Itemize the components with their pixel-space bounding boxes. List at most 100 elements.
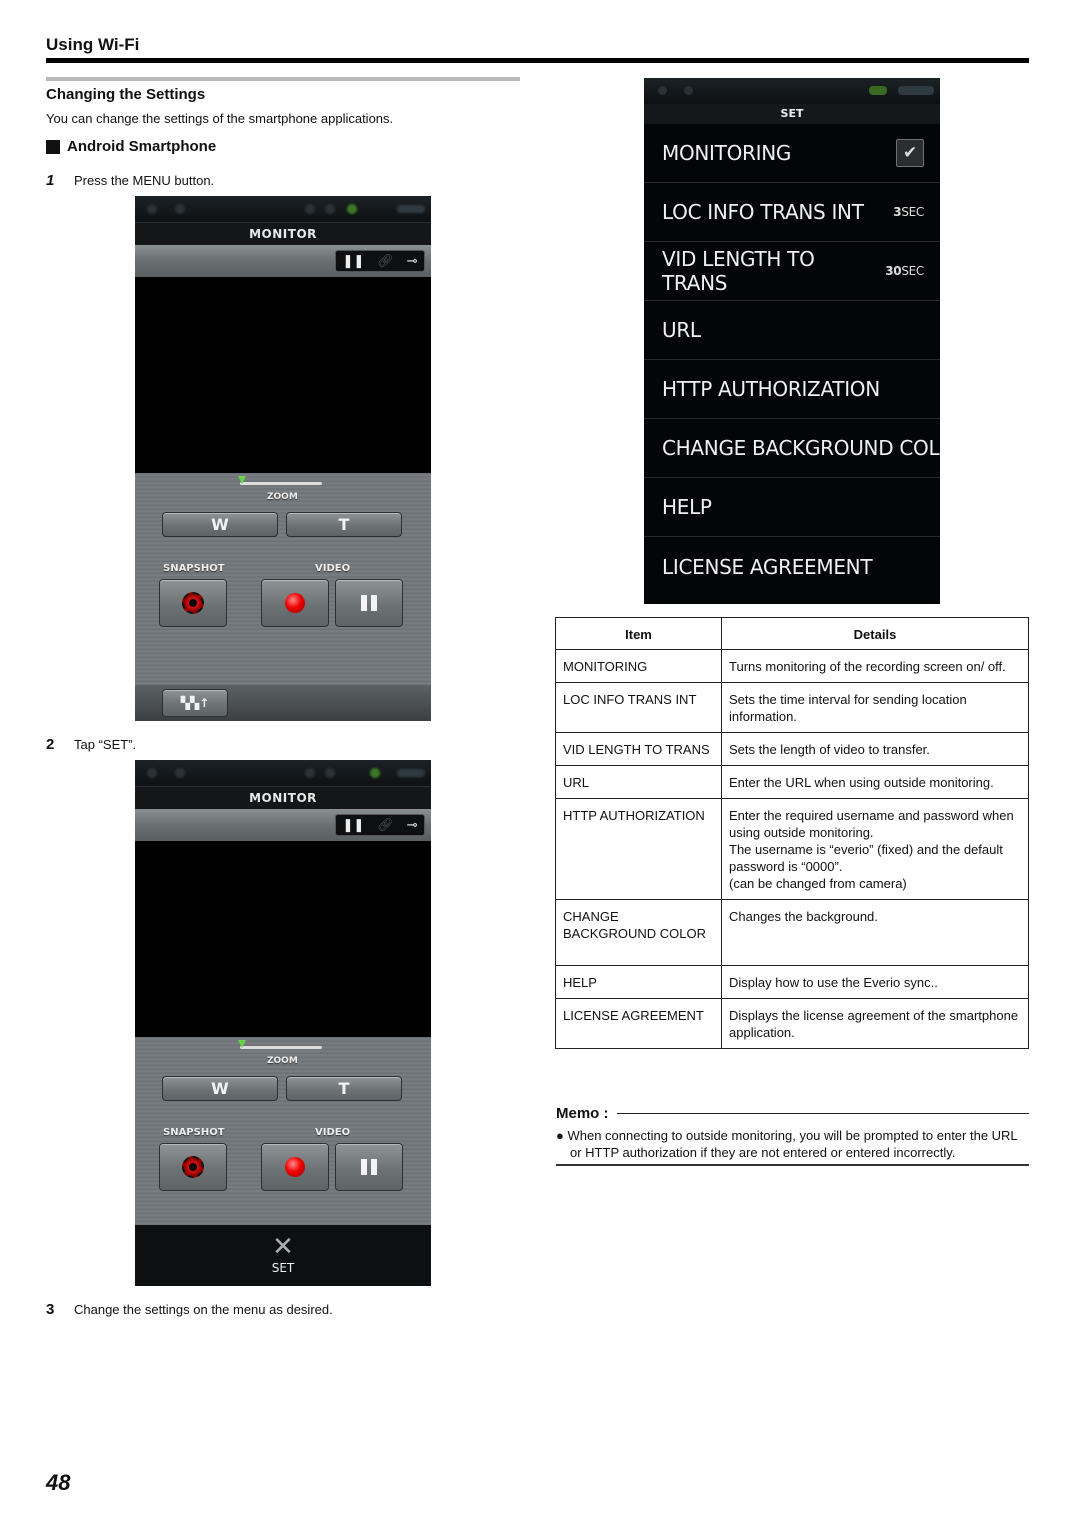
- screen-title: MONITOR: [135, 786, 431, 809]
- step-number: 1: [46, 172, 55, 189]
- menu-item-http-authorization[interactable]: HTTP AUTHORIZATION: [644, 360, 940, 419]
- monitor-screen-1: MONITOR ❚❚ 🔗︎ ⊸ ZOOM W T SNAPSHOT VIDEO …: [135, 196, 431, 721]
- subsection-label: Android Smartphone: [67, 138, 217, 155]
- menu-item-license-agreement[interactable]: LICENSE AGREEMENT: [644, 537, 940, 596]
- table-cell-item: LOC INFO TRANS INT: [555, 682, 722, 733]
- table-cell-details: Displays the license agreement of the sm…: [721, 998, 1029, 1049]
- details-line: Displays the license agreement of the sm…: [729, 1008, 1019, 1040]
- memo-title: Memo :: [556, 1105, 609, 1122]
- set-bar: ✕ SET: [135, 1225, 431, 1286]
- menu-item-url[interactable]: URL: [644, 301, 940, 360]
- step-number: 3: [46, 1301, 55, 1318]
- menu-item-loc-info-trans-int[interactable]: LOC INFO TRANS INT 3SEC: [644, 183, 940, 242]
- set-label: SET: [271, 1261, 295, 1275]
- page-title: Using Wi-Fi: [46, 35, 140, 54]
- menu-item-value: 30SEC: [885, 264, 924, 278]
- table-cell-details: Turns monitoring of the recording screen…: [721, 649, 1029, 683]
- plug-icon[interactable]: ⊸: [407, 817, 418, 833]
- menu-item-monitoring[interactable]: MONITORING ✔: [644, 124, 940, 183]
- menu-item-label: HTTP AUTHORIZATION: [662, 377, 880, 401]
- link-icon[interactable]: 🔗︎: [377, 253, 394, 269]
- details-line: Sets the length of video to transfer.: [729, 742, 930, 757]
- menu-item-label: CHANGE BACKGROUND COL: [662, 436, 940, 460]
- menu-item-label: MONITORING: [662, 141, 792, 165]
- intro-text: You can change the settings of the smart…: [46, 111, 394, 126]
- details-line: Enter the required username and password…: [729, 808, 1014, 840]
- table-row: LICENSE AGREEMENT Displays the license ag…: [555, 998, 1029, 1049]
- wrench-screwdriver-icon: ✕: [272, 1231, 294, 1261]
- step-2: 2 Tap “SET”.: [46, 736, 136, 753]
- table-cell-item: MONITORING: [555, 649, 722, 683]
- zoom-tele-button[interactable]: T: [286, 512, 402, 537]
- pause-icon: [361, 1159, 377, 1175]
- square-bullet-icon: [46, 139, 60, 154]
- table-cell-item: CHANGE BACKGROUND COLOR: [555, 899, 722, 966]
- pause-icon: [361, 595, 377, 611]
- table-row: VID LENGTH TO TRANS Sets the length of vi…: [555, 732, 1029, 766]
- pause-icon[interactable]: ❚❚: [342, 253, 364, 269]
- zoom-slider[interactable]: [238, 1040, 322, 1049]
- video-pause-button[interactable]: [335, 1143, 403, 1191]
- bullet-icon: ●: [556, 1128, 568, 1143]
- menu-item-value: 3SEC: [893, 205, 924, 219]
- zoom-wide-button[interactable]: W: [162, 512, 278, 537]
- control-panel: ZOOM W T SNAPSHOT VIDEO: [135, 473, 431, 685]
- zoom-wide-button[interactable]: W: [162, 1076, 278, 1101]
- zoom-tele-button[interactable]: T: [286, 1076, 402, 1101]
- link-icon[interactable]: 🔗︎: [377, 817, 394, 833]
- table-cell-details: Sets the length of video to transfer.: [721, 732, 1029, 766]
- zoom-label: ZOOM: [267, 1056, 298, 1066]
- table-row: LOC INFO TRANS INT Sets the time interval…: [555, 682, 1029, 733]
- section-title: Changing the Settings: [46, 86, 206, 103]
- record-button[interactable]: [261, 579, 329, 627]
- record-button[interactable]: [261, 1143, 329, 1191]
- table-header-row: Item Details: [555, 617, 1029, 650]
- menu-item-label: VID LENGTH TO TRANS: [662, 247, 815, 295]
- table-row: HTTP AUTHORIZATION Enter the required use…: [555, 798, 1029, 900]
- menu-item-vid-length-to-trans[interactable]: VID LENGTH TO TRANS 30SEC: [644, 242, 940, 301]
- status-bar: [135, 760, 431, 786]
- video-preview: [135, 277, 431, 473]
- memo-bullet: ● When connecting to outside monitoring,…: [556, 1128, 1018, 1160]
- menu-button[interactable]: ▚▚↑: [162, 689, 228, 717]
- zoom-slider-knob[interactable]: [238, 1040, 246, 1048]
- zoom-slider-knob[interactable]: [238, 476, 246, 484]
- zoom-label: ZOOM: [267, 492, 298, 502]
- snapshot-label: SNAPSHOT: [163, 1127, 225, 1138]
- details-line: Turns monitoring of the recording screen…: [729, 659, 1006, 674]
- table-cell-details: Enter the required username and password…: [721, 798, 1029, 900]
- page-number: 48: [46, 1470, 71, 1495]
- monitor-screen-2: MONITOR ❚❚ 🔗︎ ⊸ ZOOM W T SNAPSHOT VIDEO …: [135, 760, 431, 1286]
- table-cell-item: URL: [555, 765, 722, 799]
- table-cell-item: VID LENGTH TO TRANS: [555, 732, 722, 766]
- set-menu-screen: SET MONITORING ✔ LOC INFO TRANS INT 3SEC…: [644, 78, 940, 604]
- zoom-slider[interactable]: [238, 476, 322, 485]
- menu-item-label: HELP: [662, 495, 712, 519]
- menu-item-label: LICENSE AGREEMENT: [662, 554, 873, 579]
- video-label: VIDEO: [315, 1127, 351, 1138]
- table-cell-details: Changes the background.: [721, 899, 1029, 966]
- subsection-title: Android Smartphone: [46, 138, 216, 155]
- connection-controls[interactable]: ❚❚ 🔗︎ ⊸: [335, 814, 425, 836]
- shutter-icon: [182, 592, 204, 614]
- plug-icon[interactable]: ⊸: [407, 253, 418, 269]
- menu-item-change-background-color[interactable]: CHANGE BACKGROUND COL: [644, 419, 940, 478]
- video-preview: [135, 841, 431, 1037]
- video-pause-button[interactable]: [335, 579, 403, 627]
- pause-icon[interactable]: ❚❚: [342, 817, 364, 833]
- set-button[interactable]: ✕ SET: [135, 1231, 431, 1275]
- snapshot-button[interactable]: [159, 1143, 227, 1191]
- title-rule: [46, 58, 1029, 63]
- step-number: 2: [46, 736, 55, 753]
- step-1: 1 Press the MENU button.: [46, 172, 214, 189]
- checkbox-checked-icon[interactable]: ✔: [896, 139, 924, 167]
- table-row: MONITORING Turns monitoring of the record…: [555, 649, 1029, 683]
- details-line: Changes the background.: [729, 909, 878, 924]
- snapshot-button[interactable]: [159, 579, 227, 627]
- step-text: Tap “SET”.: [74, 737, 137, 752]
- section-rule: [46, 77, 520, 81]
- connection-controls[interactable]: ❚❚ 🔗︎ ⊸: [335, 250, 425, 272]
- menu-item-help[interactable]: HELP: [644, 478, 940, 537]
- column-header-details: Details: [721, 617, 1029, 650]
- details-line: Enter the URL when using outside monitor…: [729, 775, 994, 790]
